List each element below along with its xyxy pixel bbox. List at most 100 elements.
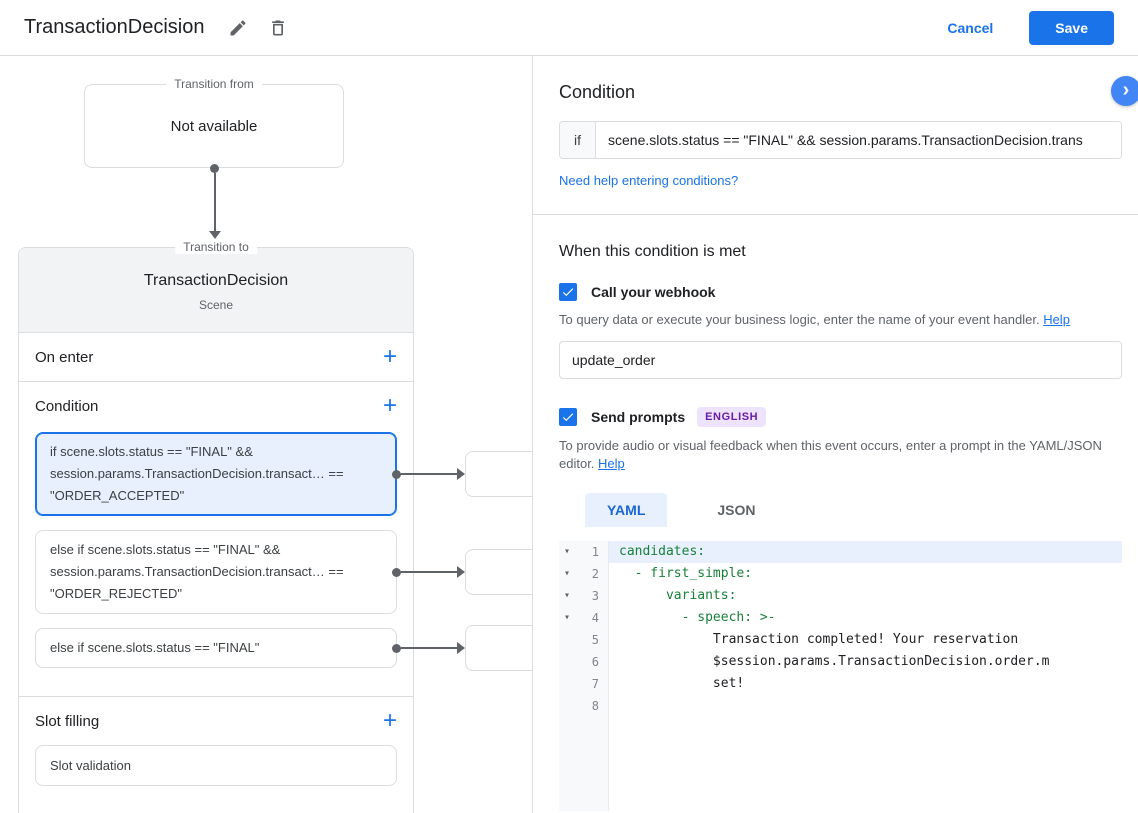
condition-connector-line	[401, 571, 461, 573]
gutter-row: 7	[559, 673, 608, 695]
line-number: 4	[591, 611, 599, 625]
fold-toggle-icon[interactable]: ▾	[559, 607, 575, 629]
prompts-description: To provide audio or visual feedback when…	[559, 437, 1121, 473]
condition-item[interactable]: else if scene.slots.status == "FINAL"	[35, 625, 532, 671]
slot-validation-label: Slot validation	[50, 758, 131, 773]
page-header: TransactionDecision Cancel Save	[0, 0, 1138, 56]
transition-to-label: Transition to	[175, 240, 257, 254]
tab-json[interactable]: JSON	[695, 493, 777, 527]
condition-target-node[interactable]	[465, 549, 532, 595]
language-badge: ENGLISH	[697, 407, 767, 427]
send-prompts-row: Send prompts ENGLISH	[559, 407, 1122, 427]
condition-editor-section: Condition › if Need help entering condit…	[533, 56, 1138, 214]
gutter-row: 5	[559, 629, 608, 651]
editor-gutter: ▾ 1 ▾ 2 ▾ 3 ▾ 4 5 6 7 8	[559, 541, 609, 811]
check-icon	[562, 413, 574, 422]
gutter-row: 8	[559, 695, 608, 717]
gutter-row: ▾ 1	[559, 541, 608, 563]
code-line[interactable]	[609, 695, 1122, 717]
transition-from-node[interactable]: Transition from Not available	[84, 77, 344, 168]
check-icon	[562, 288, 574, 297]
webhook-description: To query data or execute your business l…	[559, 311, 1121, 329]
code-line[interactable]: Transaction completed! Your reservation	[609, 629, 1122, 651]
save-button[interactable]: Save	[1029, 10, 1114, 45]
page-title: TransactionDecision	[24, 16, 205, 38]
add-on-enter-button[interactable]: +	[383, 345, 397, 369]
scene-node: Transition to TransactionDecision Scene …	[18, 240, 532, 813]
fold-toggle-icon[interactable]: ▾	[559, 563, 575, 585]
not-available-text: Not available	[170, 117, 258, 135]
condition-connector-arrow-icon	[457, 566, 465, 578]
on-enter-row[interactable]: On enter +	[19, 333, 413, 382]
slot-validation-item[interactable]: Slot validation	[35, 745, 397, 786]
webhook-checkbox[interactable]	[559, 283, 577, 301]
connector-dot	[210, 164, 219, 173]
add-slot-button[interactable]: +	[383, 709, 397, 733]
condition-dot	[392, 643, 401, 653]
fold-toggle-icon[interactable]: ▾	[559, 585, 575, 607]
condition-panel: Condition › if Need help entering condit…	[532, 56, 1138, 813]
diagram-canvas: Transition from Not available Transition…	[0, 56, 532, 813]
line-number: 5	[591, 633, 599, 647]
tab-yaml[interactable]: YAML	[585, 493, 668, 527]
prompts-help-link[interactable]: Help	[598, 456, 625, 471]
line-number: 7	[591, 677, 599, 691]
conditions-help-link[interactable]: Need help entering conditions?	[559, 173, 738, 188]
webhook-row: Call your webhook	[559, 283, 1122, 301]
edit-button[interactable]	[226, 16, 250, 40]
condition-expression-row: if	[559, 121, 1122, 159]
code-editor: ▾ 1 ▾ 2 ▾ 3 ▾ 4 5 6 7 8 candidates: - fi…	[559, 541, 1122, 811]
pencil-icon	[228, 18, 248, 38]
code-line[interactable]: - first_simple:	[609, 563, 1122, 585]
line-number: 2	[591, 567, 599, 581]
gutter-row: ▾ 2	[559, 563, 608, 585]
condition-connector-arrow-icon	[457, 468, 465, 480]
webhook-name-input[interactable]	[559, 341, 1122, 379]
collapse-panel-button[interactable]: ›	[1111, 76, 1138, 106]
condition-section: Condition + if scene.slots.status == "FI…	[19, 382, 532, 697]
gutter-row: ▾ 4	[559, 607, 608, 629]
code-line[interactable]: set!	[609, 673, 1122, 695]
line-number: 1	[591, 545, 599, 559]
trash-icon	[268, 18, 288, 38]
code-line[interactable]: $session.params.TransactionDecision.orde…	[609, 651, 1122, 673]
delete-button[interactable]	[266, 16, 290, 40]
condition-target-node[interactable]	[465, 625, 532, 671]
condition-text: if scene.slots.status == "FINAL" && sess…	[50, 444, 344, 503]
code-line[interactable]: - speech: >-	[609, 607, 1122, 629]
fold-toggle-icon[interactable]: ▾	[559, 541, 575, 563]
condition-dot	[392, 567, 401, 577]
transition-from-label: Transition from	[166, 77, 262, 91]
prompts-description-text: To provide audio or visual feedback when…	[559, 438, 1102, 471]
scene-node-header[interactable]: TransactionDecision Scene	[19, 248, 413, 333]
condition-list: if scene.slots.status == "FINAL" && sess…	[19, 430, 532, 671]
condition-item[interactable]: else if scene.slots.status == "FINAL" &&…	[35, 530, 532, 614]
condition-target-node[interactable]	[465, 451, 532, 497]
panel-title: Condition	[559, 82, 636, 102]
code-line[interactable]: variants:	[609, 585, 1122, 607]
slot-filling-label: Slot filling	[35, 712, 100, 730]
scene-type-label: Scene	[198, 298, 234, 312]
webhook-label: Call your webhook	[591, 284, 716, 300]
condition-expression-input[interactable]	[596, 122, 1121, 158]
condition-text: else if scene.slots.status == "FINAL"	[50, 640, 260, 655]
gutter-row: 6	[559, 651, 608, 673]
code-line[interactable]: candidates:	[609, 541, 1122, 563]
on-enter-label: On enter	[35, 348, 94, 366]
when-condition-met-heading: When this condition is met	[559, 243, 746, 260]
condition-text: else if scene.slots.status == "FINAL" &&…	[50, 542, 344, 601]
send-prompts-checkbox[interactable]	[559, 408, 577, 426]
chevron-right-icon: ›	[1122, 79, 1130, 101]
add-condition-button[interactable]: +	[383, 394, 397, 418]
cancel-button[interactable]: Cancel	[941, 19, 999, 37]
connector-arrow-icon	[209, 231, 221, 239]
condition-connector-line	[401, 473, 461, 475]
slot-filling-row[interactable]: Slot filling +	[19, 697, 413, 745]
scene-name: TransactionDecision	[143, 272, 289, 289]
condition-section-header[interactable]: Condition +	[19, 382, 413, 430]
slot-filling-section: Slot filling + Slot validation	[19, 697, 413, 786]
editor-code-area[interactable]: candidates: - first_simple: variants: - …	[609, 541, 1122, 811]
condition-item[interactable]: if scene.slots.status == "FINAL" && sess…	[35, 432, 532, 516]
line-number: 8	[591, 699, 599, 713]
webhook-help-link[interactable]: Help	[1043, 312, 1070, 327]
